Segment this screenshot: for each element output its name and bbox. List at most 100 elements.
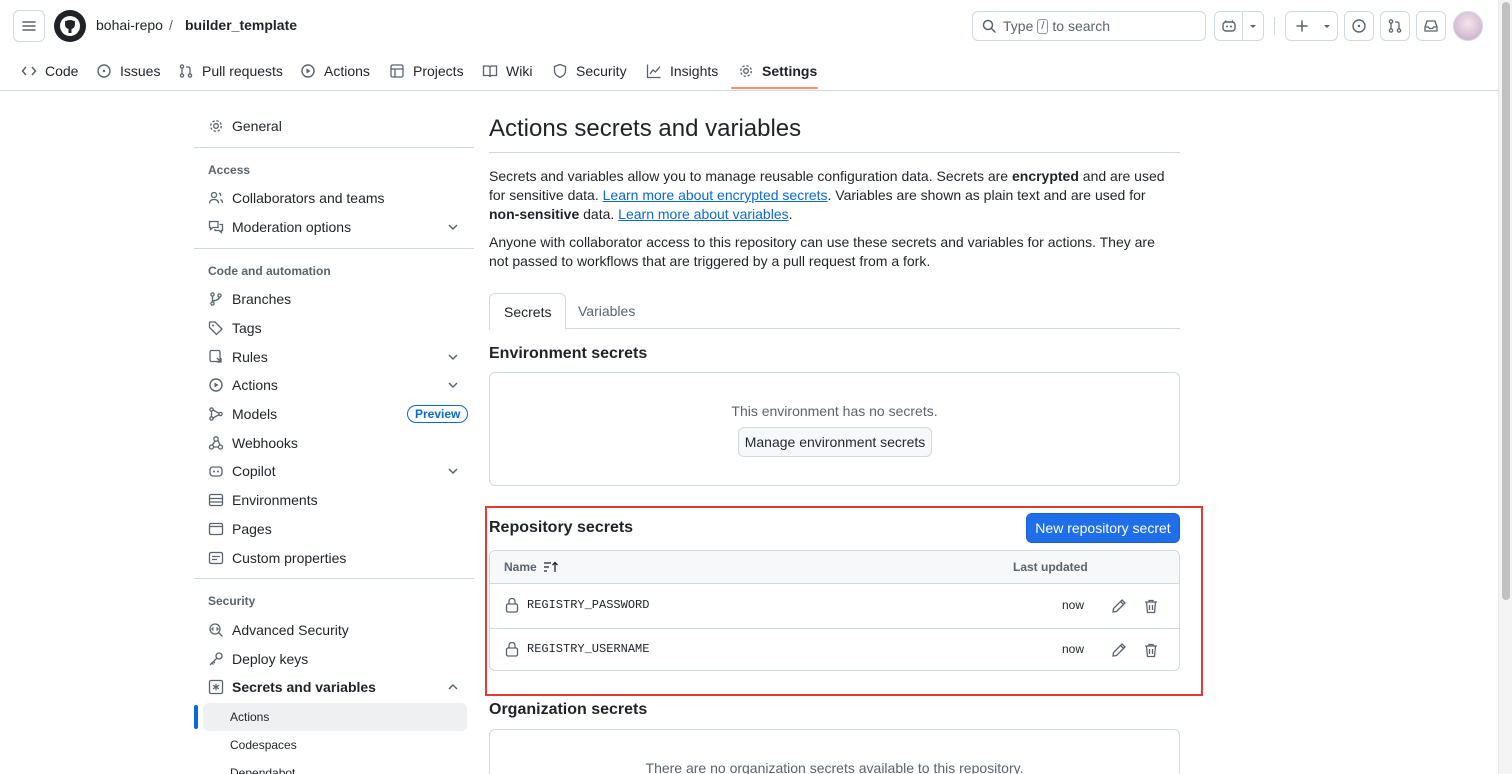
note-icon xyxy=(208,551,224,565)
chevron-down-icon[interactable] xyxy=(446,220,460,234)
copilot-menu-button[interactable] xyxy=(1214,11,1264,41)
tab-security[interactable]: Security xyxy=(552,52,627,90)
sidebar-item-branches[interactable]: Branches xyxy=(208,287,291,311)
tab-issues[interactable]: Issues xyxy=(96,52,160,90)
page-title: Actions secrets and variables xyxy=(489,115,802,142)
active-tab-underline xyxy=(731,87,818,89)
tab-settings[interactable]: Settings xyxy=(738,52,817,90)
webhook-icon xyxy=(208,436,224,450)
sidebar-divider xyxy=(194,578,474,579)
sidebar-subitem-codespaces[interactable]: Codespaces xyxy=(203,731,467,759)
tag-icon xyxy=(208,321,223,336)
tab-insights[interactable]: Insights xyxy=(646,52,718,90)
copilot-icon[interactable] xyxy=(1215,12,1242,40)
page-scrollbar[interactable] xyxy=(1498,0,1512,774)
tab-variables[interactable]: Variables xyxy=(564,293,649,329)
sidebar-item-environments[interactable]: Environments xyxy=(208,488,318,512)
chevron-down-icon[interactable] xyxy=(446,378,460,392)
search-suffix: to search xyxy=(1052,18,1111,34)
chevron-down-icon[interactable] xyxy=(446,464,460,478)
organization-secrets-empty: There are no organization secrets availa… xyxy=(645,760,1024,774)
sidebar-item-advanced-security[interactable]: Advanced Security xyxy=(208,618,349,642)
play-icon xyxy=(301,64,315,78)
search-icon xyxy=(982,19,996,33)
sidebar-item-models[interactable]: Models xyxy=(208,402,277,426)
hamburger-menu-button[interactable] xyxy=(13,10,45,42)
sidebar-item-deploy-keys[interactable]: Deploy keys xyxy=(208,647,308,671)
search-shortcut-key: / xyxy=(1037,18,1049,34)
repo-nav: Code Issues Pull requests Actions Projec… xyxy=(0,52,1498,91)
environment-secrets-empty: This environment has no secrets. xyxy=(731,403,938,419)
issue-icon xyxy=(1352,19,1366,33)
organization-secrets-box: There are no organization secrets availa… xyxy=(489,729,1180,774)
sidebar-item-general[interactable]: General xyxy=(208,114,282,138)
sidebar-item-secrets-and-variables[interactable]: Secrets and variables xyxy=(208,675,376,699)
table-icon xyxy=(390,64,404,78)
breadcrumb-separator: / xyxy=(169,17,173,33)
highlight-box xyxy=(485,506,1203,696)
create-new-button[interactable] xyxy=(1285,11,1338,41)
sidebar-item-collaborators[interactable]: Collaborators and teams xyxy=(208,186,385,210)
pull-request-icon xyxy=(1388,19,1402,33)
models-icon xyxy=(209,407,223,421)
title-divider xyxy=(489,152,1180,153)
pull-requests-button[interactable] xyxy=(1380,11,1410,41)
secrets-variables-tabs: Secrets Variables xyxy=(489,293,1180,330)
tab-code[interactable]: Code xyxy=(21,52,78,90)
sidebar-item-rules[interactable]: Rules xyxy=(208,345,268,369)
issue-icon xyxy=(97,64,111,78)
tab-secrets[interactable]: Secrets xyxy=(489,293,567,330)
codescan-icon xyxy=(209,623,223,637)
manage-environment-secrets-button[interactable]: Manage environment secrets xyxy=(738,427,932,457)
comment-discussion-icon xyxy=(208,220,224,234)
search-prefix: Type xyxy=(1003,18,1034,34)
top-bar: bohai-repo / builder_template Type / to … xyxy=(0,0,1498,52)
gear-icon xyxy=(740,65,752,77)
tab-wiki[interactable]: Wiki xyxy=(482,52,532,90)
selected-indicator xyxy=(194,705,198,729)
sidebar-item-actions[interactable]: Actions xyxy=(208,373,278,397)
sidebar-subitem-dependabot[interactable]: Dependabot xyxy=(203,759,467,774)
chevron-down-icon[interactable] xyxy=(1243,12,1263,40)
inbox-button[interactable] xyxy=(1416,11,1446,41)
chevron-down-icon[interactable] xyxy=(446,350,460,364)
sidebar-divider xyxy=(194,147,474,148)
chevron-up-icon[interactable] xyxy=(446,680,460,694)
learn-more-secrets-link[interactable]: Learn more about encrypted secrets xyxy=(603,187,828,203)
preview-badge: Preview xyxy=(407,405,469,423)
sidebar-heading-security: Security xyxy=(208,594,256,608)
sidebar-item-copilot[interactable]: Copilot xyxy=(208,459,276,483)
organization-secrets-title: Organization secrets xyxy=(489,701,648,718)
breadcrumb-repo[interactable]: builder_template xyxy=(185,17,297,33)
sidebar-subitem-actions[interactable]: Actions xyxy=(203,703,467,731)
learn-more-variables-link[interactable]: Learn more about variables xyxy=(618,206,788,222)
environment-secrets-box: This environment has no secrets. Manage … xyxy=(489,372,1180,486)
tab-actions[interactable]: Actions xyxy=(300,52,370,90)
scrollbar-thumb[interactable] xyxy=(1502,2,1510,600)
header-divider xyxy=(1274,17,1275,35)
sidebar-divider xyxy=(194,248,474,249)
tab-projects[interactable]: Projects xyxy=(389,52,464,90)
search-input[interactable]: Type / to search xyxy=(972,11,1206,41)
access-paragraph: Anyone with collaborator access to this … xyxy=(489,234,1155,269)
key-icon xyxy=(209,652,223,666)
sidebar-item-custom-properties[interactable]: Custom properties xyxy=(208,546,346,570)
intro-paragraph: Secrets and variables allow you to manag… xyxy=(489,168,1165,222)
sidebar-item-tags[interactable]: Tags xyxy=(208,316,262,340)
avatar[interactable] xyxy=(1453,11,1483,41)
sidebar-item-webhooks[interactable]: Webhooks xyxy=(208,431,298,455)
pull-request-icon xyxy=(179,64,193,78)
chevron-down-icon[interactable] xyxy=(1317,12,1337,40)
github-logo-icon[interactable] xyxy=(54,10,86,42)
tab-pull-requests[interactable]: Pull requests xyxy=(178,52,283,90)
gear-icon xyxy=(210,120,222,132)
menu-icon xyxy=(22,21,36,31)
server-icon xyxy=(208,493,224,507)
breadcrumb-owner[interactable]: bohai-repo xyxy=(96,17,163,33)
code-icon xyxy=(21,66,37,76)
sidebar-item-moderation[interactable]: Moderation options xyxy=(208,215,351,239)
sidebar-item-pages[interactable]: Pages xyxy=(208,517,272,541)
issues-button[interactable] xyxy=(1344,11,1374,41)
shield-icon xyxy=(553,63,567,79)
plus-icon[interactable] xyxy=(1286,12,1317,40)
